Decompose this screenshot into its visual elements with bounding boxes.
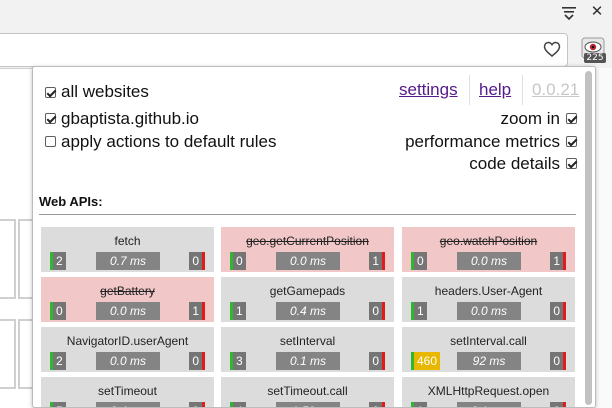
api-name: setTimeout.call xyxy=(267,384,348,398)
api-name: setInterval xyxy=(279,334,336,348)
code-details-label: code details xyxy=(469,154,560,173)
allowed-count[interactable]: 1 xyxy=(411,402,427,407)
web-apis-heading: Web APIs: xyxy=(39,194,103,209)
blocked-count[interactable]: 0 xyxy=(369,302,385,320)
blocked-count[interactable]: 0 xyxy=(550,402,566,407)
api-card[interactable]: setTimeout 5 0.4 ms 0 xyxy=(41,377,214,407)
page-background-left xyxy=(0,68,36,408)
api-name: fetch xyxy=(114,234,141,248)
allowed-count[interactable]: 2 xyxy=(50,352,66,370)
all-websites-label: all websites xyxy=(61,82,149,101)
allowed-count[interactable]: 5 xyxy=(50,402,66,407)
extension-popup: all websites gbaptista.github.io apply a… xyxy=(32,66,596,408)
api-card[interactable]: getBattery 0 0.0 ms 1 xyxy=(41,277,214,322)
execution-time: 0.7 ms xyxy=(96,252,160,270)
help-link[interactable]: help xyxy=(479,80,511,100)
scrollbar-thumb[interactable] xyxy=(585,71,592,405)
api-name: XMLHttpRequest.open xyxy=(427,384,550,398)
apply-default-rules-checkbox[interactable] xyxy=(45,136,56,147)
browser-toolbar-strip xyxy=(0,0,612,30)
api-name: getGamepads xyxy=(269,284,346,298)
allowed-count[interactable]: 0 xyxy=(230,252,246,270)
api-card[interactable]: NavigatorID.userAgent 2 0.0 ms 0 xyxy=(41,327,214,372)
zoom-in-checkbox[interactable] xyxy=(566,113,577,124)
execution-time: 0.4 ms xyxy=(96,402,160,407)
page-background-right xyxy=(596,68,612,408)
execution-time: 0.1 ms xyxy=(457,402,521,407)
performance-metrics-label: performance metrics xyxy=(405,132,560,151)
execution-time: 1.59 s xyxy=(276,402,340,407)
api-card[interactable]: geo.getCurrentPosition 0 0.0 ms 1 xyxy=(221,227,394,272)
blocked-count[interactable]: 1 xyxy=(369,252,385,270)
api-name: getBattery xyxy=(100,284,155,298)
blocked-count[interactable]: 1 xyxy=(189,302,205,320)
overflow-menu-icon[interactable] xyxy=(561,5,577,21)
allowed-count[interactable]: 1 xyxy=(230,302,246,320)
execution-time: 0.0 ms xyxy=(457,252,521,270)
blocked-count[interactable]: 0 xyxy=(369,402,385,407)
site-label: gbaptista.github.io xyxy=(61,109,199,128)
api-name: setInterval.call xyxy=(450,334,527,348)
all-websites-checkbox[interactable] xyxy=(45,87,56,98)
api-name: NavigatorID.userAgent xyxy=(66,334,189,348)
bookmark-heart-icon[interactable] xyxy=(543,41,561,58)
blocked-count[interactable]: 0 xyxy=(189,352,205,370)
api-name: geo.getCurrentPosition xyxy=(246,234,369,248)
blocked-count[interactable]: 1 xyxy=(550,252,566,270)
execution-time: 0.0 ms xyxy=(96,352,160,370)
api-card[interactable]: headers.User-Agent 1 0.0 ms 0 xyxy=(402,277,575,322)
blocked-count[interactable]: 0 xyxy=(189,252,205,270)
api-card[interactable]: setInterval 3 0.1 ms 0 xyxy=(221,327,394,372)
apply-default-rules-label: apply actions to default rules xyxy=(61,132,277,151)
section-divider xyxy=(39,214,576,215)
api-name: setTimeout xyxy=(98,384,157,398)
api-card[interactable]: XMLHttpRequest.open1 0.1 ms 0 xyxy=(402,377,575,407)
allowed-count[interactable]: 2 xyxy=(50,252,66,270)
execution-time: 92 ms xyxy=(457,352,521,370)
link-divider xyxy=(522,75,523,105)
allowed-count[interactable]: 4 xyxy=(230,402,246,407)
close-icon[interactable]: ✕ xyxy=(590,4,604,20)
code-details-checkbox[interactable] xyxy=(566,158,577,169)
blocked-count[interactable]: 0 xyxy=(550,352,566,370)
link-divider xyxy=(469,75,470,105)
api-name: geo.watchPosition xyxy=(439,234,538,248)
address-bar[interactable] xyxy=(0,33,568,67)
api-card[interactable]: geo.watchPosition 0 0.0 ms 1 xyxy=(402,227,575,272)
api-name: headers.User-Agent xyxy=(434,284,543,298)
popup-scrollbar[interactable] xyxy=(581,67,595,407)
allowed-count[interactable]: 1 xyxy=(411,302,427,320)
extension-badge: 225 xyxy=(584,53,606,63)
allowed-count[interactable]: 0 xyxy=(411,252,427,270)
execution-time: 0.4 ms xyxy=(276,302,340,320)
api-card[interactable]: fetch 2 0.7 ms 0 xyxy=(41,227,214,272)
blocked-count[interactable]: 0 xyxy=(550,302,566,320)
api-card[interactable]: getGamepads 1 0.4 ms 0 xyxy=(221,277,394,322)
zoom-in-label: zoom in xyxy=(500,109,560,128)
execution-time: 0.0 ms xyxy=(96,302,160,320)
settings-link[interactable]: settings xyxy=(399,80,458,100)
execution-time: 0.1 ms xyxy=(276,352,340,370)
api-card[interactable]: setInterval.call 460 92 ms 0 xyxy=(402,327,575,372)
site-checkbox[interactable] xyxy=(45,113,56,124)
execution-time: 0.0 ms xyxy=(457,302,521,320)
performance-metrics-checkbox[interactable] xyxy=(566,136,577,147)
allowed-count[interactable]: 460 xyxy=(411,352,441,370)
blocked-count[interactable]: 0 xyxy=(369,352,385,370)
execution-time: 0.0 ms xyxy=(276,252,340,270)
allowed-count[interactable]: 3 xyxy=(230,352,246,370)
version-link[interactable]: 0.0.21 xyxy=(532,80,579,100)
blocked-count[interactable]: 0 xyxy=(189,402,205,407)
allowed-count[interactable]: 0 xyxy=(50,302,66,320)
api-card[interactable]: setTimeout.call 4 1.59 s 0 xyxy=(221,377,394,407)
